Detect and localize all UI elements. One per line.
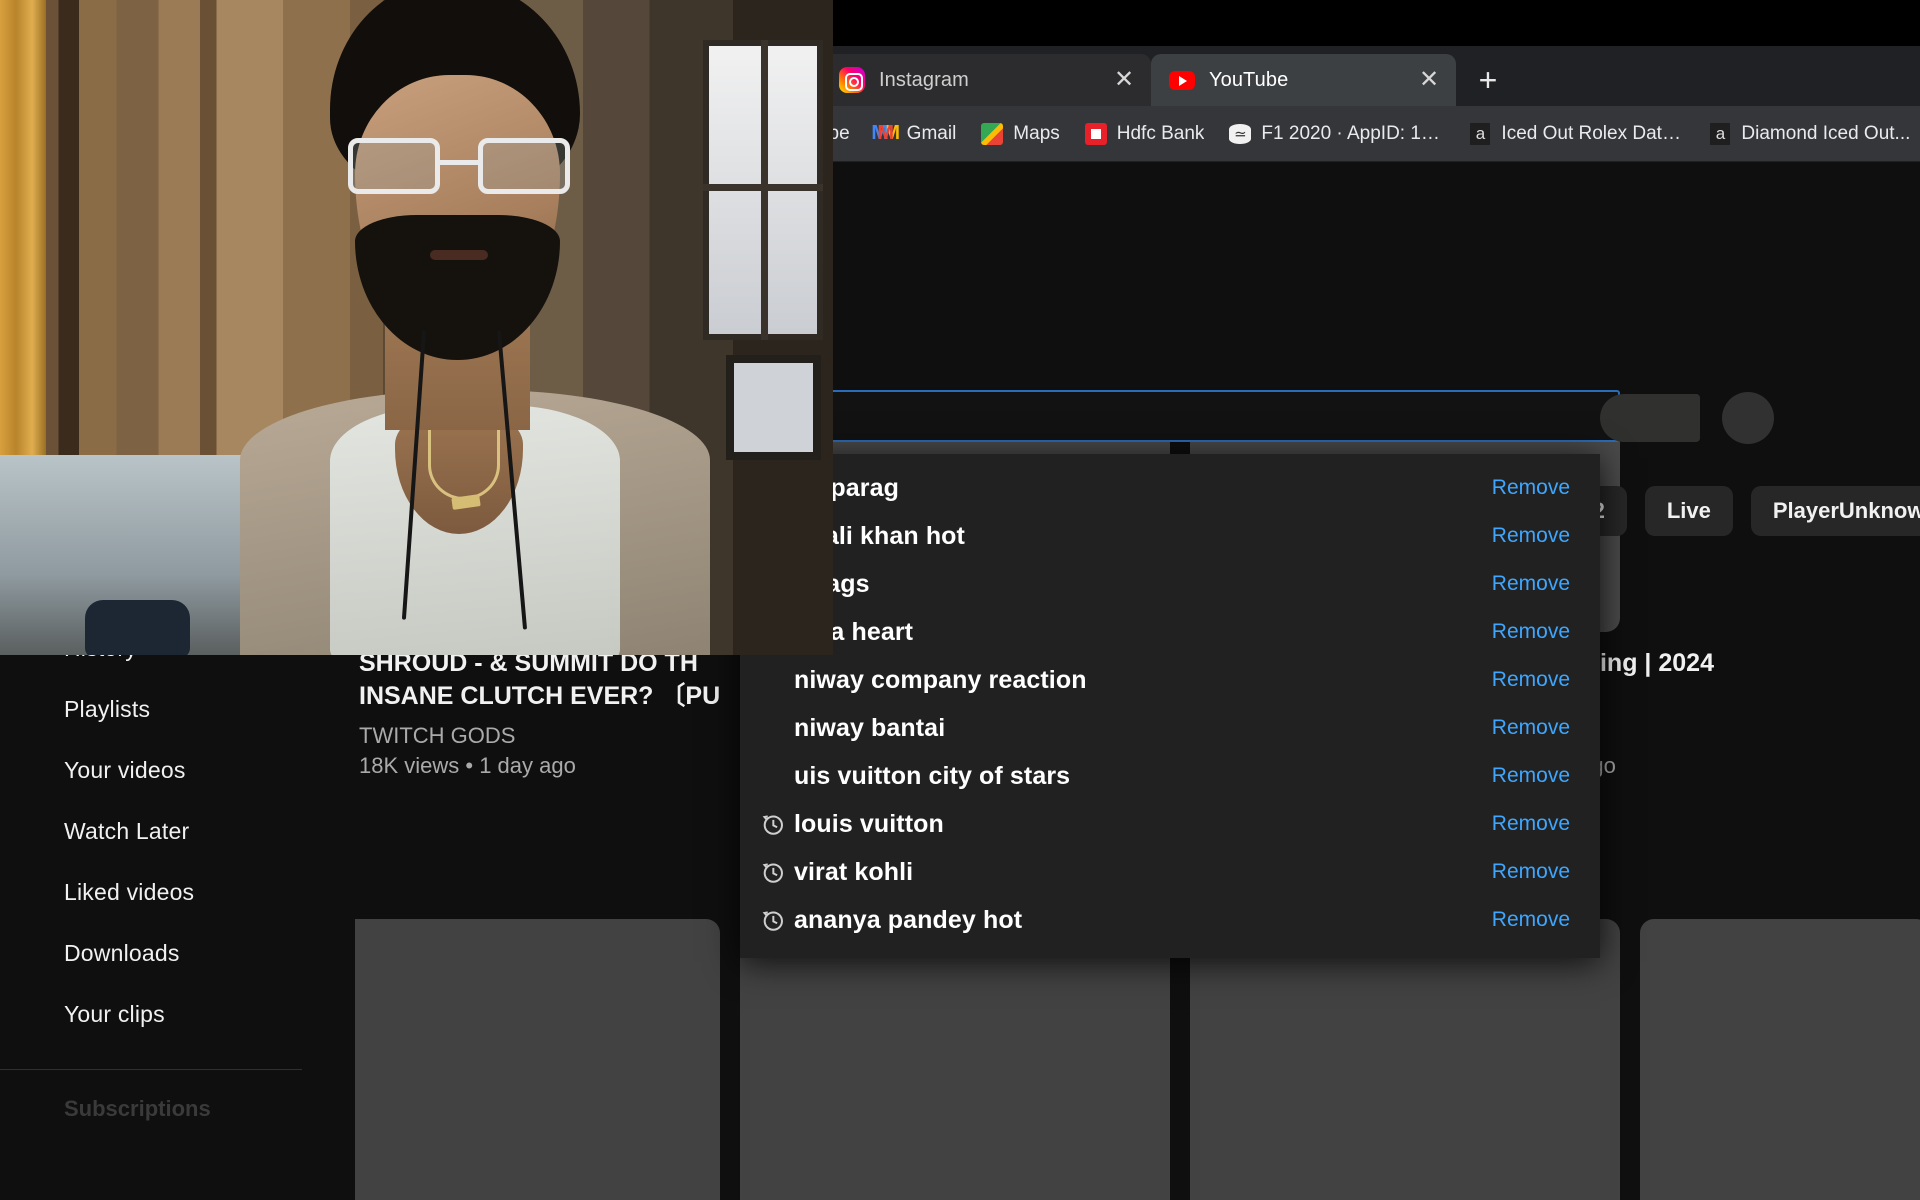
video-stats: 18K views • 1 day ago: [359, 753, 576, 778]
bookmark-hdfc-bank[interactable]: Hdfc Bank: [1072, 114, 1217, 154]
remove-suggestion-link[interactable]: Remove: [1492, 716, 1570, 740]
sidebar-section-subscriptions: Subscriptions: [64, 1096, 211, 1121]
bookmark-label: Gmail: [906, 122, 957, 144]
remove-suggestion-link[interactable]: Remove: [1492, 764, 1570, 788]
video-thumbnail[interactable]: [1190, 919, 1620, 1200]
bookmark-label: Maps: [1013, 122, 1060, 144]
video-channel[interactable]: TWITCH GODS: [359, 723, 720, 749]
remove-suggestion-link[interactable]: Remove: [1492, 668, 1570, 692]
tab-close-icon[interactable]: ✕: [1111, 68, 1137, 92]
suggestion-item[interactable]: niway bantai Remove: [740, 704, 1600, 752]
tab-title: Instagram: [879, 68, 969, 91]
suggestion-item[interactable]: niway company reaction Remove: [740, 656, 1600, 704]
video-title-line[interactable]: INSANE CLUTCH EVER? 〔PU: [359, 680, 720, 713]
bookmark-diamond-iced-out[interactable]: a Diamond Iced Out...: [1696, 114, 1920, 154]
sidebar-divider: [0, 1069, 302, 1070]
remove-suggestion-link[interactable]: Remove: [1492, 572, 1570, 596]
voice-search-button[interactable]: [1722, 392, 1774, 444]
suggestion-item[interactable]: r nags Remove: [740, 560, 1600, 608]
mouth: [430, 250, 488, 260]
suggestion-text: uis vuitton city of stars: [794, 761, 1071, 790]
hdfc-icon: [1084, 122, 1108, 146]
necklace-chain: [428, 430, 500, 500]
amazon-icon: a: [1708, 122, 1732, 146]
screen: YouTube Studi ✕ Instagram ✕ YouTube ✕ +: [0, 0, 1920, 1200]
filter-chip[interactable]: PlayerUnknown: [1750, 486, 1920, 536]
video-thumbnail[interactable]: [1640, 919, 1920, 1200]
remove-suggestion-link[interactable]: Remove: [1492, 908, 1570, 932]
tab-close-icon[interactable]: ✕: [1416, 68, 1442, 92]
suggestion-text: an parag: [794, 473, 899, 502]
suggestion-text: ra ali khan hot: [794, 521, 965, 550]
suggestion-text: louis vuitton: [794, 809, 944, 838]
suggestion-item[interactable]: uis vuitton city of stars Remove: [740, 752, 1600, 800]
suggestion-item[interactable]: virat kohli Remove: [740, 848, 1600, 896]
suggestion-text: r nags: [794, 569, 870, 598]
bookmark-label: F1 2020 · AppID: 10...: [1261, 122, 1445, 144]
remove-suggestion-link[interactable]: Remove: [1492, 524, 1570, 548]
history-clock-icon: [750, 860, 794, 885]
history-clock-icon: [750, 812, 794, 837]
maps-icon: [980, 122, 1004, 146]
cup: [85, 600, 190, 655]
search-suggestions-dropdown: an parag Remove ra ali khan hot Remove r…: [740, 454, 1600, 958]
sidebar-item-liked-videos[interactable]: Liked videos: [0, 862, 355, 923]
webcam-overlay: [0, 0, 833, 655]
sidebar-item-playlists[interactable]: Playlists: [0, 679, 355, 740]
tab-youtube[interactable]: YouTube ✕: [1151, 54, 1456, 106]
sidebar-item-downloads[interactable]: Downloads: [0, 923, 355, 984]
bookmark-label: Hdfc Bank: [1116, 122, 1205, 144]
tab-title: YouTube: [1209, 68, 1289, 91]
gmail-icon: M: [877, 122, 894, 144]
history-clock-icon: [750, 908, 794, 933]
bookmark-label: Iced Out Rolex Date...: [1501, 122, 1685, 144]
remove-suggestion-link[interactable]: Remove: [1492, 476, 1570, 500]
video-thumbnail[interactable]: [740, 919, 1170, 1200]
bookmark-maps[interactable]: Maps: [968, 114, 1071, 154]
suggestion-item[interactable]: louis vuitton Remove: [740, 800, 1600, 848]
sidebar-item-your-videos[interactable]: Your videos: [0, 740, 355, 801]
search-button[interactable]: [1600, 394, 1700, 442]
filter-chip[interactable]: Live: [1644, 486, 1733, 536]
suggestion-text: virat kohli: [794, 857, 914, 886]
instagram-icon: [839, 67, 865, 93]
suggestion-text: niway bantai: [794, 713, 946, 742]
bookmark-iced-out-rolex[interactable]: a Iced Out Rolex Date...: [1456, 114, 1696, 154]
bookmark-f1-2020[interactable]: ≃ F1 2020 · AppID: 10...: [1216, 114, 1456, 154]
video-meta[interactable]: SHROUD - & SUMMIT DO TH INSANE CLUTCH EV…: [295, 647, 725, 779]
suggestion-text: pala heart: [794, 617, 914, 646]
amazon-icon: a: [1468, 122, 1492, 146]
steamdb-icon: ≃: [1228, 122, 1252, 146]
picture-frame: [726, 355, 821, 460]
video-text: SHROUD - & SUMMIT DO TH INSANE CLUTCH EV…: [359, 647, 720, 779]
bookmark-label: Diamond Iced Out...: [1741, 122, 1911, 144]
bookmark-gmail[interactable]: M Gmail: [862, 114, 969, 154]
suggestion-text: niway company reaction: [794, 665, 1087, 694]
streamer-person: [180, 0, 710, 655]
eyeglasses: [348, 138, 570, 194]
remove-suggestion-link[interactable]: Remove: [1492, 812, 1570, 836]
window: [703, 40, 823, 340]
suggestion-item[interactable]: an parag Remove: [740, 464, 1600, 512]
remove-suggestion-link[interactable]: Remove: [1492, 860, 1570, 884]
new-tab-button[interactable]: +: [1462, 54, 1514, 106]
sidebar-item-your-clips[interactable]: Your clips: [0, 984, 355, 1045]
suggestion-item[interactable]: ra ali khan hot Remove: [740, 512, 1600, 560]
sidebar-item-watch-later[interactable]: Watch Later: [0, 801, 355, 862]
tab-instagram[interactable]: Instagram ✕: [821, 54, 1151, 106]
suggestion-item[interactable]: pala heart Remove: [740, 608, 1600, 656]
remove-suggestion-link[interactable]: Remove: [1492, 620, 1570, 644]
suggestion-text: ananya pandey hot: [794, 905, 1023, 934]
suggestion-item[interactable]: ananya pandey hot Remove: [740, 896, 1600, 944]
youtube-icon: [1169, 67, 1195, 93]
